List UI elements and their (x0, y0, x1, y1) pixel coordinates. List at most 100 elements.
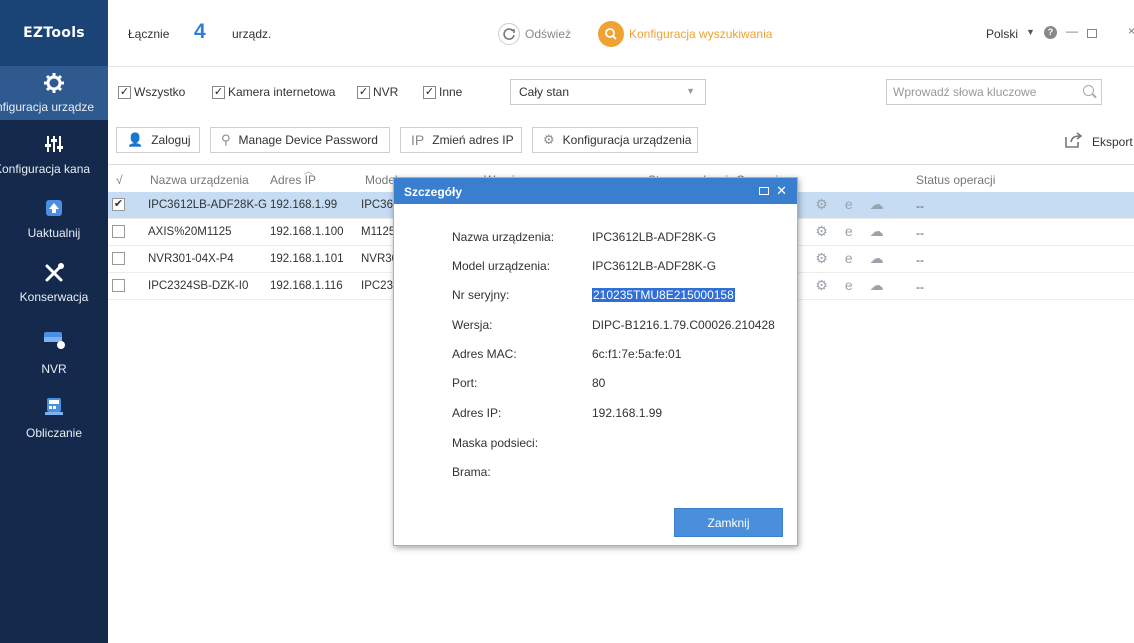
cell-name: AXIS%20M1125 (148, 226, 232, 238)
gear-icon[interactable]: ⚙ (815, 250, 828, 267)
detail-label: Nr seryjny: (452, 288, 510, 302)
language-select[interactable]: Polski (986, 27, 1018, 41)
checkbox[interactable]: ✓ (423, 85, 436, 99)
filter-label: Inne (439, 85, 463, 99)
row-operations: ⚲⚙e☁ (788, 223, 884, 240)
cell-model: M1125 (361, 226, 396, 238)
row-checkbox[interactable] (112, 225, 125, 238)
detail-row: Brama: (394, 465, 797, 485)
detail-value: 192.168.1.99 (592, 406, 663, 420)
checkbox[interactable]: ✓ (212, 85, 225, 99)
sidebar-item-calculator[interactable]: Obliczanie (0, 396, 108, 440)
browser-icon[interactable]: e (845, 196, 853, 213)
manage-password-label: Manage Device Password (238, 133, 378, 147)
row-operations: ⚲⚙e☁ (788, 196, 884, 213)
sidebar-item-channel-config[interactable]: Konfiguracja kana (0, 134, 108, 176)
sidebar-item-label: Uaktualnij (27, 226, 81, 240)
search-config-button[interactable]: Konfiguracja wyszukiwania (598, 21, 772, 47)
app-logo: EZTools (0, 0, 108, 66)
export-button[interactable]: Eksport (1064, 132, 1133, 151)
detail-label: Brama: (452, 465, 491, 479)
gear-icon[interactable]: ⚙ (815, 196, 828, 213)
login-label: Zaloguj (151, 133, 191, 147)
detail-row: Nr seryjny: 210235TMU8E215000158 (394, 288, 797, 308)
detail-label: Nazwa urządzenia: (452, 230, 555, 244)
maximize-icon[interactable] (1087, 29, 1097, 38)
cloud-icon[interactable]: ☁ (870, 196, 884, 213)
sidebar-item-label: Obliczanie (25, 426, 83, 440)
checkbox[interactable]: ✓ (357, 85, 370, 99)
detail-row: Adres MAC: 6c:f1:7e:5a:fe:01 (394, 347, 797, 367)
header-name[interactable]: Nazwa urządzenia (150, 173, 249, 187)
cell-ip: 192.168.1.101 (270, 253, 344, 265)
row-checkbox[interactable]: ✔ (112, 198, 125, 211)
detail-row: Maska podsieci: (394, 436, 797, 456)
sidebar-item-maintenance[interactable]: Konserwacja (0, 262, 108, 304)
cell-status: -- (916, 280, 924, 294)
state-select[interactable]: Cały stan ▼ (510, 79, 706, 105)
sidebar-item-device-config[interactable]: nfiguracja urządze (0, 66, 108, 120)
row-checkbox[interactable] (112, 252, 125, 265)
detail-value: IPC3612LB-ADF28K-G (592, 230, 717, 244)
detail-row: Adres IP: 192.168.1.99 (394, 406, 797, 426)
cloud-icon[interactable]: ☁ (870, 277, 884, 294)
chevron-down-icon: ▼ (686, 86, 695, 96)
header-check[interactable]: √ (116, 173, 123, 187)
change-ip-button[interactable]: IP Zmień adres IP (400, 127, 522, 153)
search-input[interactable] (886, 79, 1102, 105)
detail-label: Maska podsieci: (452, 436, 539, 450)
row-checkbox[interactable] (112, 279, 125, 292)
close-icon[interactable]: × (1128, 24, 1134, 38)
sidebar-item-label: NVR (41, 362, 67, 376)
user-icon: 👤 (127, 132, 144, 147)
export-label: Eksport (1092, 134, 1133, 149)
detail-value-selected[interactable]: 210235TMU8E215000158 (592, 288, 735, 302)
gear-icon (0, 72, 108, 94)
device-unit: urządz. (232, 27, 272, 41)
detail-label: Model urządzenia: (452, 259, 551, 273)
cell-ip: 192.168.1.116 (270, 280, 343, 292)
sliders-icon (0, 134, 108, 156)
gear-icon[interactable]: ⚙ (815, 223, 828, 240)
maximize-icon[interactable] (759, 187, 769, 195)
cloud-icon[interactable]: ☁ (870, 223, 884, 240)
detail-value: 80 (592, 376, 606, 390)
device-config-button[interactable]: ⚙ Konfiguracja urządzenia (532, 127, 698, 153)
filter-all-checkbox[interactable]: ✓ Wszystko (118, 85, 185, 99)
refresh-label: Odśwież (525, 27, 572, 41)
browser-icon[interactable]: e (845, 250, 853, 267)
sidebar-item-nvr[interactable]: NVR (0, 330, 108, 376)
detail-row: Wersja: DIPC-B1216.1.79.C00026.210428 (394, 318, 797, 338)
detail-value: IPC3612LB-ADF28K-G (592, 259, 717, 273)
browser-icon[interactable]: e (845, 223, 853, 240)
total-label: Łącznie (128, 27, 170, 41)
sidebar-item-label: Konfiguracja kana (0, 162, 91, 176)
refresh-button[interactable]: Odśwież (498, 23, 571, 45)
header-status[interactable]: Status operacji (916, 173, 995, 187)
manage-password-button[interactable]: ⚲ Manage Device Password (210, 127, 390, 153)
gear-icon[interactable]: ⚙ (815, 277, 828, 294)
filter-label: Wszystko (134, 85, 186, 99)
chevron-down-icon[interactable]: ▼ (1026, 27, 1035, 37)
search-icon[interactable] (1083, 85, 1094, 96)
dialog-header[interactable]: Szczegóły ✕ (394, 178, 797, 204)
device-config-label: Konfiguracja urządzenia (562, 133, 692, 147)
minimize-icon[interactable]: — (1066, 24, 1078, 38)
upgrade-icon (0, 198, 108, 220)
filter-other-checkbox[interactable]: ✓ Inne (423, 85, 462, 99)
filter-ipc-checkbox[interactable]: ✓ Kamera internetowa (212, 85, 335, 99)
close-icon[interactable]: ✕ (776, 183, 787, 199)
login-button[interactable]: 👤 Zaloguj (116, 127, 200, 153)
filter-nvr-checkbox[interactable]: ✓ NVR (357, 85, 398, 99)
sidebar-item-label: nfiguracja urządze (0, 100, 95, 114)
browser-icon[interactable]: e (845, 277, 853, 294)
close-button[interactable]: Zamknij (674, 508, 783, 537)
sidebar-item-upgrade[interactable]: Uaktualnij (0, 198, 108, 240)
search-config-icon (598, 21, 624, 47)
help-icon[interactable]: ? (1044, 26, 1057, 39)
cloud-icon[interactable]: ☁ (870, 250, 884, 267)
search-config-label: Konfiguracja wyszukiwania (629, 27, 773, 41)
detail-label: Port: (452, 376, 478, 390)
checkbox[interactable]: ✓ (118, 85, 131, 99)
cell-ip: 192.168.1.100 (270, 226, 344, 238)
